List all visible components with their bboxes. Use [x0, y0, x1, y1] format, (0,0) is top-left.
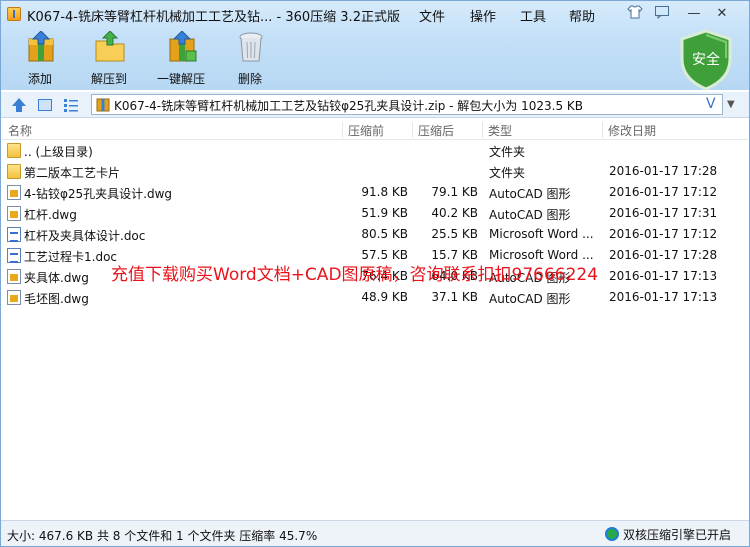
- file-type: AutoCAD 图形: [489, 208, 571, 222]
- file-name: .. (上级目录): [24, 145, 93, 159]
- one-click-extract-button[interactable]: 一键解压: [151, 31, 211, 87]
- menu-operate[interactable]: 操作: [470, 6, 496, 25]
- skin-shirt-icon[interactable]: [625, 5, 645, 23]
- dwg-file-icon: [7, 185, 21, 200]
- file-name: 4-钻铰φ25孔夹具设计.dwg: [24, 187, 173, 201]
- status-bar: 大小: 467.6 KB 共 8 个文件和 1 个文件夹 压缩率 45.7% 双…: [1, 520, 749, 546]
- title-and-toolbar: K067-4-铣床等臂杠杆机械加工工艺及钻... - 360压缩 3.2正式版 …: [1, 1, 749, 91]
- list-item[interactable]: 毛坯图.dwg 48.9 KB 37.1 KB AutoCAD 图形 2016-…: [2, 287, 748, 308]
- folder-icon: [7, 143, 21, 158]
- minimize-button[interactable]: —: [684, 5, 704, 23]
- add-archive-icon: [28, 31, 54, 62]
- file-type: AutoCAD 图形: [489, 292, 571, 306]
- app-logo-icon: [7, 7, 21, 21]
- word-doc-icon: [7, 248, 21, 263]
- trash-icon: [239, 32, 263, 62]
- add-label: 添加: [27, 72, 52, 86]
- title-bar: K067-4-铣床等臂杠杆机械加工工艺及钻... - 360压缩 3.2正式版 …: [1, 1, 749, 27]
- extract-to-button[interactable]: 解压到: [79, 31, 139, 87]
- address-bar-row: K067-4-铣床等臂杠杆机械加工工艺及钻铰φ25孔夹具设计.zip - 解包大…: [1, 92, 749, 118]
- file-compressed-size: 25.5 KB: [431, 227, 478, 241]
- file-type: Microsoft Word ...: [489, 227, 594, 241]
- file-modified: 2016-01-17 17:12: [609, 227, 718, 241]
- file-modified: 2016-01-17 17:13: [609, 290, 718, 304]
- file-compressed-size: 79.1 KB: [431, 185, 478, 199]
- one-click-extract-label: 一键解压: [156, 72, 205, 86]
- list-item[interactable]: 4-钻铰φ25孔夹具设计.dwg 91.8 KB 79.1 KB AutoCAD…: [2, 182, 748, 203]
- file-list-header: 名称 压缩前 压缩后 类型 修改日期: [2, 120, 748, 140]
- file-size: 48.9 KB: [361, 290, 408, 304]
- menu-file[interactable]: 文件: [419, 6, 445, 25]
- thumbnail-view-icon[interactable]: [37, 97, 53, 113]
- status-engine[interactable]: 双核压缩引擎已开启: [605, 526, 731, 543]
- column-divider[interactable]: [342, 122, 343, 138]
- add-button[interactable]: 添加: [10, 31, 70, 87]
- file-compressed-size: 40.2 KB: [431, 206, 478, 220]
- file-modified: 2016-01-17 17:13: [609, 269, 718, 283]
- address-dropdown-icon[interactable]: ▼: [727, 99, 735, 110]
- delete-button[interactable]: 删除: [220, 31, 280, 87]
- address-field[interactable]: K067-4-铣床等臂杠杆机械加工工艺及钻铰φ25孔夹具设计.zip - 解包大…: [91, 94, 723, 115]
- file-name: 工艺过程卡1.doc: [24, 250, 118, 264]
- file-type: AutoCAD 图形: [489, 187, 571, 201]
- dwg-file-icon: [7, 290, 21, 305]
- verify-check-icon: V: [706, 96, 716, 112]
- column-divider[interactable]: [602, 122, 603, 138]
- file-size: 91.8 KB: [361, 185, 408, 199]
- column-divider[interactable]: [482, 122, 483, 138]
- list-item[interactable]: 第二版本工艺卡片 文件夹 2016-01-17 17:28: [2, 161, 748, 182]
- zip-archive-icon: [96, 98, 110, 112]
- column-divider[interactable]: [412, 122, 413, 138]
- list-item[interactable]: .. (上级目录) 文件夹: [2, 140, 748, 161]
- list-item[interactable]: 杠杆及夹具体设计.doc 80.5 KB 25.5 KB Microsoft W…: [2, 224, 748, 245]
- list-view-icon[interactable]: [63, 97, 79, 113]
- status-engine-label: 双核压缩引擎已开启: [623, 528, 732, 542]
- menu-help[interactable]: 帮助: [569, 6, 595, 25]
- file-name: 第二版本工艺卡片: [24, 166, 121, 180]
- file-size: 80.5 KB: [361, 227, 408, 241]
- file-type: 文件夹: [489, 145, 526, 159]
- extract-folder-icon: [95, 31, 125, 62]
- file-name: 夹具体.dwg: [24, 271, 89, 285]
- column-type[interactable]: 类型: [488, 122, 512, 139]
- column-size[interactable]: 压缩前: [348, 122, 384, 139]
- status-summary: 大小: 467.6 KB 共 8 个文件和 1 个文件夹 压缩率 45.7%: [7, 529, 318, 543]
- up-arrow-icon[interactable]: [11, 97, 27, 113]
- list-item[interactable]: 杠杆.dwg 51.9 KB 40.2 KB AutoCAD 图形 2016-0…: [2, 203, 748, 224]
- watermark-overlay-text: 充值下载购买Word文档+CAD图原稿，咨询联系扣扣97666224: [111, 265, 599, 285]
- word-doc-icon: [7, 227, 21, 242]
- extract-to-label: 解压到: [90, 72, 127, 86]
- file-modified: 2016-01-17 17:28: [609, 248, 718, 262]
- close-button[interactable]: ✕: [712, 5, 732, 23]
- file-type: 文件夹: [489, 166, 526, 180]
- delete-label: 删除: [237, 72, 262, 86]
- archive-path: K067-4-铣床等臂杠杆机械加工工艺及钻铰φ25孔夹具设计.zip - 解包大…: [114, 99, 583, 113]
- file-name: 杠杆.dwg: [24, 208, 77, 222]
- app-window: K067-4-铣床等臂杠杆机械加工工艺及钻... - 360压缩 3.2正式版 …: [0, 0, 750, 547]
- file-compressed-size: 37.1 KB: [431, 290, 478, 304]
- window-title: K067-4-铣床等臂杠杆机械加工工艺及钻... - 360压缩 3.2正式版: [27, 10, 400, 25]
- dwg-file-icon: [7, 269, 21, 284]
- feedback-icon[interactable]: [652, 5, 672, 23]
- one-click-extract-icon: [169, 31, 197, 62]
- file-modified: 2016-01-17 17:12: [609, 185, 718, 199]
- file-name: 杠杆及夹具体设计.doc: [24, 229, 146, 243]
- dwg-file-icon: [7, 206, 21, 221]
- menu-tools[interactable]: 工具: [520, 6, 546, 25]
- file-modified: 2016-01-17 17:28: [609, 164, 718, 178]
- file-name: 毛坯图.dwg: [24, 292, 89, 306]
- security-shield-badge[interactable]: 安全: [678, 29, 734, 91]
- file-modified: 2016-01-17 17:31: [609, 206, 718, 220]
- column-compressed[interactable]: 压缩后: [418, 122, 454, 139]
- file-size: 51.9 KB: [361, 206, 408, 220]
- security-badge-text: 安全: [692, 51, 720, 68]
- column-modified[interactable]: 修改日期: [608, 122, 656, 139]
- column-name[interactable]: 名称: [8, 122, 32, 139]
- folder-icon: [7, 164, 21, 179]
